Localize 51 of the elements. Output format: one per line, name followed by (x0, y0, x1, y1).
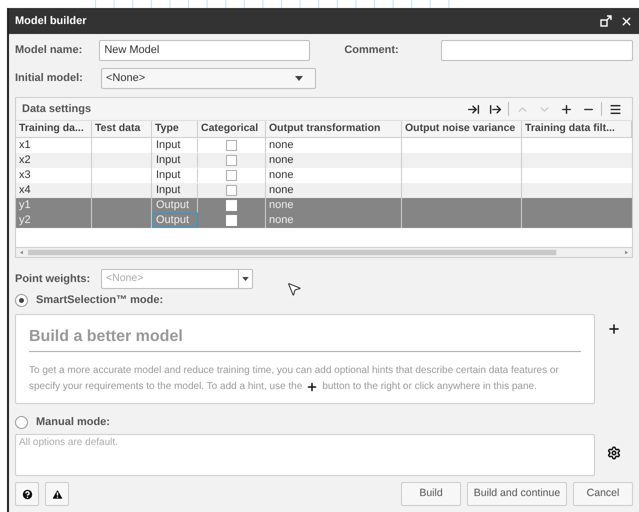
plus-icon (607, 322, 621, 336)
hint-text: button to the right or click anywhere in this pane. (322, 380, 537, 394)
help-icon (20, 488, 34, 500)
cursor-icon (286, 281, 302, 297)
add-hint-button[interactable] (607, 322, 621, 336)
close-icon[interactable] (620, 14, 633, 28)
mode-label: SmartSelection™ mode: (36, 292, 164, 308)
tab-to-end-icon (466, 102, 480, 116)
initial-model-dropdown[interactable]: <None> (101, 68, 316, 88)
scrollbar[interactable] (16, 247, 632, 257)
field-label: Initial model: (15, 70, 84, 86)
comment-field[interactable] (440, 40, 633, 60)
checkbox[interactable] (226, 185, 237, 196)
table-row[interactable]: x2 Input none (16, 153, 632, 168)
warning-icon (50, 488, 64, 500)
dialog-button[interactable]: Cancel (573, 482, 633, 506)
checkbox[interactable] (226, 155, 237, 166)
caret-icon (242, 277, 249, 281)
tab-from-start-icon (488, 102, 502, 116)
window-title: Model builder (15, 14, 86, 29)
checkbox[interactable] (226, 170, 237, 181)
table-cell: none (266, 213, 402, 228)
table-row[interactable]: x4 Input none (16, 183, 632, 198)
model-name-field[interactable]: New Model (99, 40, 310, 60)
radio-button[interactable] (15, 294, 28, 306)
warning-button[interactable] (45, 482, 69, 506)
help-button[interactable] (15, 482, 39, 506)
table-cell: Output (152, 198, 198, 213)
radio-button[interactable] (15, 416, 28, 428)
dialog-button[interactable]: Build (401, 482, 461, 506)
dialog-button[interactable]: Build and continue (467, 482, 567, 506)
settings-icon (607, 446, 621, 460)
settings-button[interactable] (607, 446, 621, 460)
table-cell: y2 (16, 213, 92, 228)
hint-text: specify your requirements to the model. To add a hint, use the (29, 380, 302, 394)
plus-icon (306, 381, 318, 393)
table-cell: Output (152, 213, 198, 228)
panel-title: Data settings (22, 102, 92, 117)
add-icon (560, 102, 572, 116)
menu-icon (608, 102, 622, 116)
mode-label: Manual mode: (36, 414, 110, 430)
field-label: Comment: (344, 42, 400, 58)
hint-text: To get a more accurate model and reduce training time, you can add optional hints that describe certain data features or (29, 364, 559, 378)
options-field[interactable]: All options are default. (15, 434, 595, 476)
field-label: Point weights: (15, 272, 92, 287)
hints-pane[interactable] (15, 314, 595, 404)
caret-icon (295, 76, 303, 80)
field-label: Model name: (15, 42, 84, 58)
detach-icon[interactable] (600, 15, 612, 27)
pane-heading: Build a better model (29, 325, 581, 352)
checkbox[interactable] (226, 140, 237, 151)
